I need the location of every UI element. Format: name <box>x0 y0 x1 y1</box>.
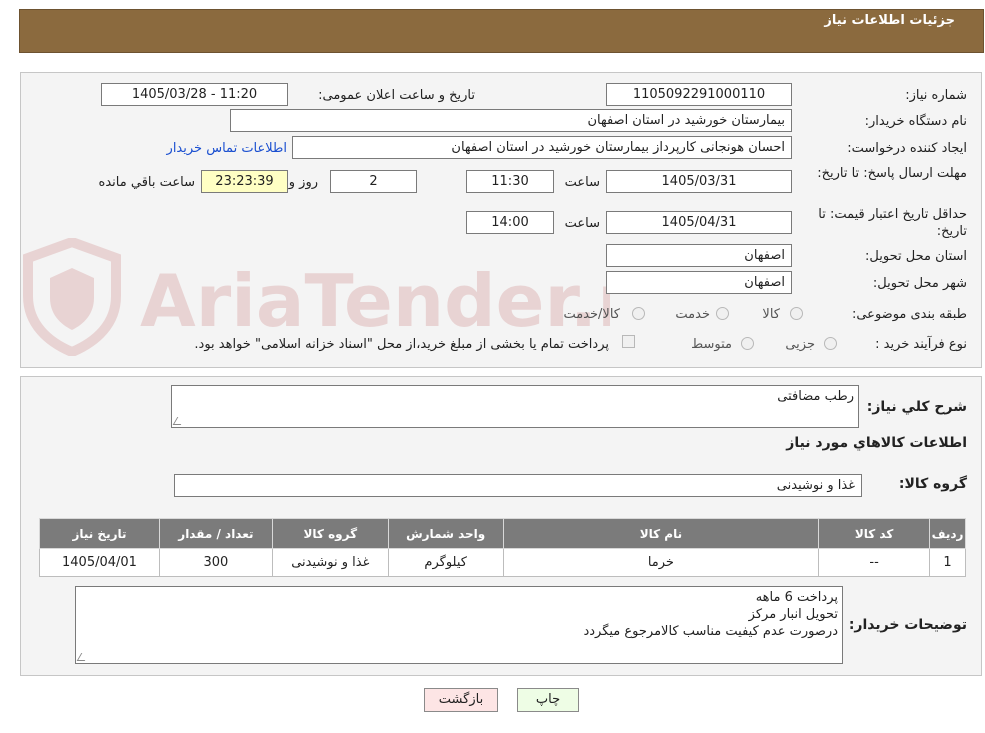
reply-deadline-time: 11:30 <box>466 170 554 193</box>
buyer-contact-link[interactable]: اطلاعات تماس خریدار <box>167 141 287 156</box>
page-title: جزئیات اطلاعات نیاز <box>824 13 955 28</box>
cell-goods-group: غذا و نوشیدنی <box>271 548 389 577</box>
reply-time-label: ساعت <box>564 175 600 190</box>
category-service-label: خدمت <box>675 307 710 322</box>
cell-item-name: خرما <box>502 548 820 577</box>
back-button[interactable]: بازگشت <box>424 688 498 712</box>
col-unit: واحد شمارش <box>387 518 504 549</box>
announce-datetime-label: تاریخ و ساعت اعلان عمومی: <box>318 88 475 103</box>
reply-deadline-label: مهلت ارسال پاسخ: تا تاریخ: <box>817 166 967 181</box>
general-desc-text: رطب مضافتی <box>777 389 854 404</box>
buyer-notes-line-3: درصورت عدم کیفیت مناسب کالامرجوع میگردد <box>583 624 838 639</box>
buyer-notes-line-1: پرداخت 6 ماهه <box>755 590 838 605</box>
resize-grip-icon[interactable] <box>76 653 90 661</box>
requester-label: ایجاد کننده درخواست: <box>847 141 967 156</box>
buyer-notes-field: پرداخت 6 ماهه تحویل انبار مرکز درصورت عد… <box>75 586 843 664</box>
reply-days-field: 2 <box>330 170 417 193</box>
delivery-city-field: اصفهان <box>606 271 792 294</box>
process-type-label: نوع فرآیند خرید : <box>875 337 967 352</box>
watermark-shield-logo <box>22 236 122 358</box>
col-quantity: تعداد / مقدار <box>158 518 273 549</box>
items-section-title: اطلاعات کالاهاي مورد نياز <box>786 435 967 451</box>
reply-deadline-date: 1405/03/31 <box>606 170 792 193</box>
price-validity-date: 1405/04/31 <box>606 211 792 234</box>
category-goods-radio[interactable] <box>790 307 803 320</box>
table-row: 1 -- خرما کیلوگرم غذا و نوشیدنی 300 1405… <box>39 548 966 577</box>
treasury-checkbox[interactable] <box>622 335 635 348</box>
cell-need-date: 1405/04/01 <box>39 548 160 577</box>
price-validity-time-label: ساعت <box>564 216 600 231</box>
cell-row-number: 1 <box>929 548 966 577</box>
process-partial-radio[interactable] <box>824 337 837 350</box>
general-desc-field: رطب مضافتی <box>171 385 859 428</box>
items-table-header-row: ردیف کد کالا نام کالا واحد شمارش گروه کا… <box>39 518 966 549</box>
col-item-code: کد کالا <box>818 518 931 549</box>
general-desc-label: شرح کلي نياز: <box>866 399 967 415</box>
watermark-text: AriaTender.neT <box>140 256 746 346</box>
col-goods-group: گروه کالا <box>271 518 389 549</box>
category-goods-service-radio[interactable] <box>632 307 645 320</box>
col-need-date: تاریخ نیاز <box>39 518 160 549</box>
col-item-name: نام کالا <box>502 518 820 549</box>
requester-field: احسان هونجانی کارپرداز بیمارستان خورشید … <box>292 136 792 159</box>
category-goods-service-label: کالا/خدمت <box>563 307 620 322</box>
remaining-time-label: ساعت باقي مانده <box>98 175 195 190</box>
items-table: ردیف کد کالا نام کالا واحد شمارش گروه کا… <box>39 518 966 577</box>
treasury-note: پرداخت تمام یا بخشی از مبلغ خرید،از محل … <box>194 337 609 352</box>
remaining-time-field: 23:23:39 <box>201 170 288 193</box>
watermark-text-content: AriaTender.neT <box>140 259 610 343</box>
need-number-field: 1105092291000110 <box>606 83 792 106</box>
announce-datetime-field: 1405/03/28 - 11:20 <box>101 83 288 106</box>
buyer-notes-line-2: تحویل انبار مرکز <box>748 607 838 622</box>
goods-group-field: غذا و نوشیدنی <box>174 474 862 497</box>
print-button[interactable]: چاپ <box>517 688 579 712</box>
price-validity-label: حداقل تاریخ اعتبار قیمت: تا تاریخ: <box>818 207 967 239</box>
cell-unit: کیلوگرم <box>387 548 504 577</box>
delivery-province-field: اصفهان <box>606 244 792 267</box>
buyer-org-label: نام دستگاه خریدار: <box>864 114 967 129</box>
category-service-radio[interactable] <box>716 307 729 320</box>
delivery-city-label: شهر محل تحویل: <box>872 276 967 291</box>
delivery-province-label: استان محل تحویل: <box>865 249 967 264</box>
reply-days-label: روز و <box>288 175 318 190</box>
category-label: طبقه بندی موضوعی: <box>851 307 967 322</box>
goods-group-label: گروه کالا: <box>898 476 967 492</box>
process-medium-label: متوسط <box>691 337 732 352</box>
price-validity-time: 14:00 <box>466 211 554 234</box>
process-partial-label: جزیی <box>785 337 815 352</box>
cell-item-code: -- <box>818 548 931 577</box>
buyer-notes-label: توضیحات خریدار: <box>848 617 967 633</box>
col-row-number: ردیف <box>929 518 966 549</box>
buyer-org-field: بیمارستان خورشید در استان اصفهان <box>230 109 792 132</box>
cell-quantity: 300 <box>158 548 273 577</box>
process-medium-radio[interactable] <box>741 337 754 350</box>
need-number-label: شماره نیاز: <box>905 88 967 103</box>
category-goods-label: کالا <box>762 307 780 322</box>
resize-grip-icon[interactable] <box>172 417 186 425</box>
